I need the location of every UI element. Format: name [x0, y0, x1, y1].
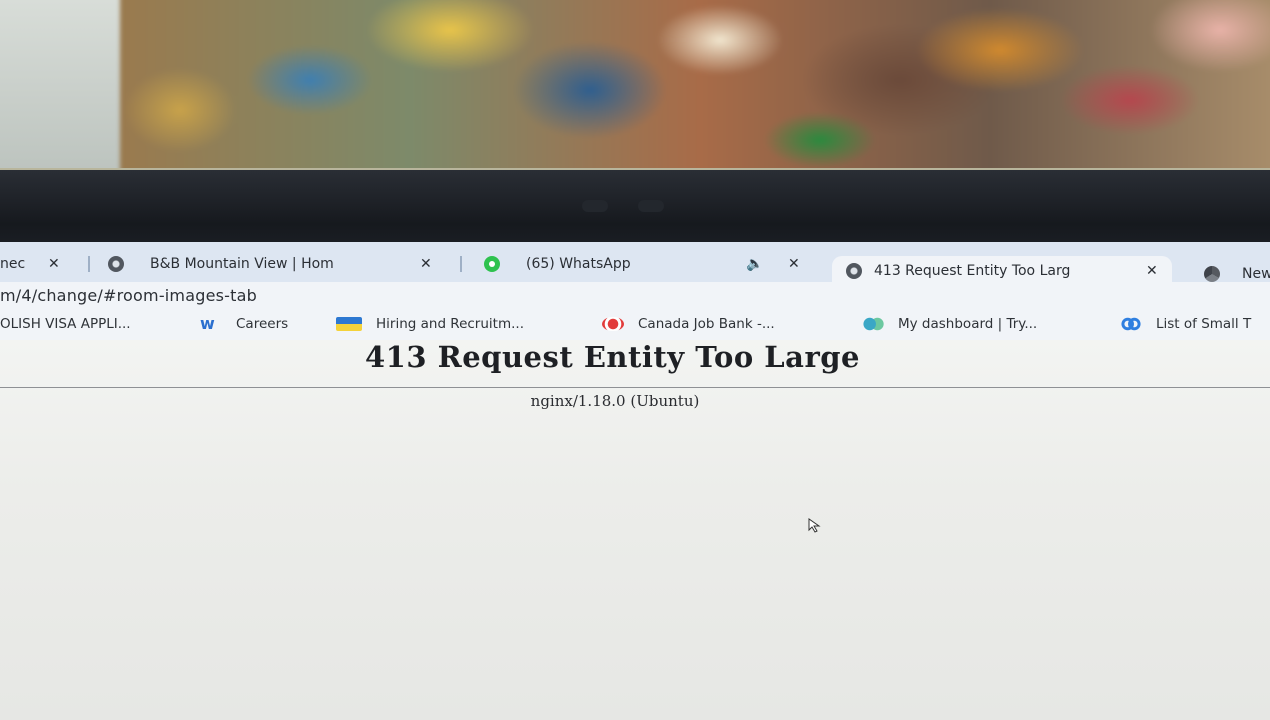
workday-icon: w — [200, 314, 215, 333]
bookmark-label: Hiring and Recruitm... — [376, 316, 524, 332]
bookmark-label: OLISH VISA APPLI... — [0, 316, 131, 332]
tab-separator — [460, 256, 462, 272]
bookmark-label: My dashboard | Try... — [898, 316, 1038, 332]
tab-close-icon[interactable]: ✕ — [420, 256, 432, 272]
tab-label: 413 Request Entity Too Larg — [874, 263, 1071, 279]
link-icon — [1120, 317, 1142, 331]
page-title: 413 Request Entity Too Large — [365, 340, 860, 374]
url-text[interactable]: m/4/change/#room-images-tab — [0, 286, 257, 305]
tab-close-icon[interactable]: ✕ — [1146, 263, 1158, 279]
tab-0[interactable]: nec ✕ — [0, 248, 75, 280]
bookmark-visa[interactable]: OLISH VISA APPLI... — [0, 316, 131, 332]
globe-icon — [846, 263, 862, 279]
globe-icon — [108, 256, 124, 272]
wall-painting — [120, 0, 1270, 175]
tab-label: nec — [0, 256, 26, 272]
tab-1[interactable]: B&B Mountain View | Hom ✕ — [108, 248, 448, 280]
page-content: 413 Request Entity Too Large nginx/1.18.… — [0, 340, 1270, 720]
browser-window: nec ✕ B&B Mountain View | Hom ✕ (65) Wha… — [0, 242, 1270, 720]
bookmark-hiring[interactable]: Hiring and Recruitm... — [336, 316, 524, 332]
tab-label: New — [1242, 266, 1270, 282]
webcam-lens — [638, 200, 664, 212]
background-wall — [0, 0, 1270, 175]
tab-separator — [88, 256, 90, 272]
canada-flag-icon — [602, 317, 624, 331]
webcam-sensor — [582, 200, 608, 212]
bookmark-careers[interactable]: w Careers — [200, 314, 289, 333]
address-bar[interactable]: m/4/change/#room-images-tab — [0, 282, 1270, 312]
wall-surface — [0, 0, 130, 175]
ukraine-flag-icon — [336, 317, 362, 331]
bookmark-jobbank[interactable]: Canada Job Bank -... — [602, 316, 775, 332]
divider — [0, 387, 1270, 388]
mouse-cursor-icon — [808, 518, 821, 533]
chrome-icon — [1204, 266, 1220, 282]
dashboard-icon — [862, 317, 884, 331]
bookmark-label: List of Small T — [1156, 316, 1252, 332]
whatsapp-icon — [484, 256, 500, 272]
tab-label: B&B Mountain View | Hom — [150, 256, 334, 272]
tab-2[interactable]: (65) WhatsApp 🔈 ✕ — [484, 248, 814, 280]
bookmark-list[interactable]: List of Small T — [1120, 316, 1251, 332]
bookmark-dashboard[interactable]: My dashboard | Try... — [862, 316, 1037, 332]
speaker-icon[interactable]: 🔈 — [746, 256, 763, 272]
server-signature: nginx/1.18.0 (Ubuntu) — [530, 392, 700, 410]
tab-close-icon[interactable]: ✕ — [788, 256, 800, 272]
bookmark-label: Canada Job Bank -... — [638, 316, 775, 332]
bookmarks-bar: OLISH VISA APPLI... w Careers Hiring and… — [0, 312, 1270, 341]
bookmark-label: Careers — [236, 316, 289, 332]
tab-strip: nec ✕ B&B Mountain View | Hom ✕ (65) Wha… — [0, 242, 1270, 286]
tab-close-icon[interactable]: ✕ — [48, 256, 60, 272]
tab-label: (65) WhatsApp — [526, 256, 631, 272]
